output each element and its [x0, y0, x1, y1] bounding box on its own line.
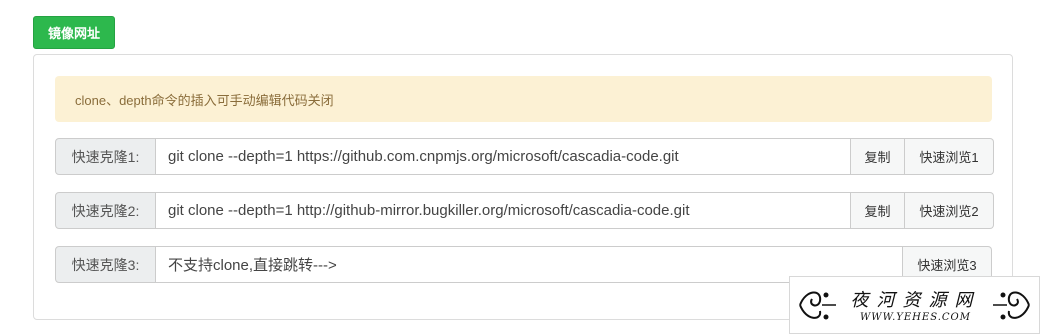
site-watermark: 夜河资源网 WWW.YEHES.COM — [789, 276, 1040, 334]
clone-row-2: 快速克隆2: git clone --depth=1 http://github… — [55, 192, 994, 229]
clone-label-3: 快速克隆3: — [55, 246, 156, 283]
notice-alert: clone、depth命令的插入可手动编辑代码关闭 — [55, 76, 992, 122]
clone-url-field-1[interactable]: git clone --depth=1 https://github.com.c… — [156, 138, 851, 175]
clone-label-2: 快速克隆2: — [55, 192, 156, 229]
clone-row-1: 快速克隆1: git clone --depth=1 https://githu… — [55, 138, 994, 175]
clone-url-field-2[interactable]: git clone --depth=1 http://github-mirror… — [156, 192, 851, 229]
clone-label-1: 快速克隆1: — [55, 138, 156, 175]
mirror-url-button[interactable]: 镜像网址 — [33, 16, 115, 49]
copy-button-1[interactable]: 复制 — [851, 138, 905, 175]
copy-button-2[interactable]: 复制 — [851, 192, 905, 229]
notice-text: clone、depth命令的插入可手动编辑代码关闭 — [75, 92, 334, 108]
quick-browse-button-2[interactable]: 快速浏览2 — [905, 192, 994, 229]
right-ornament-icon — [993, 291, 1030, 320]
quick-browse-button-1[interactable]: 快速浏览1 — [905, 138, 994, 175]
